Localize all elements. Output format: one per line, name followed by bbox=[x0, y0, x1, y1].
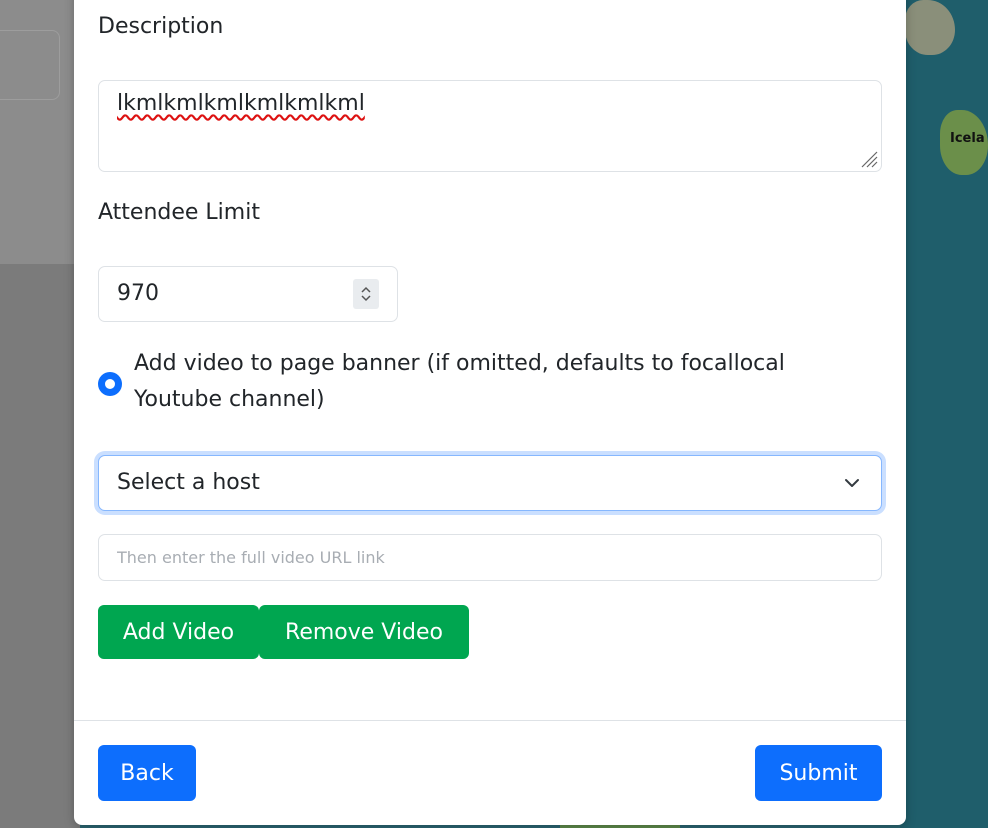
video-banner-radio[interactable] bbox=[98, 372, 122, 396]
video-url-input[interactable] bbox=[98, 534, 882, 581]
background-input bbox=[0, 30, 60, 100]
chevron-down-icon bbox=[845, 479, 859, 487]
host-select-value: Select a host bbox=[117, 470, 260, 495]
remove-video-button[interactable]: Remove Video bbox=[259, 605, 469, 659]
spinner-down-icon[interactable] bbox=[360, 294, 372, 302]
map-landmass bbox=[905, 0, 955, 55]
attendee-limit-value: 970 bbox=[117, 281, 159, 306]
attendee-limit-input[interactable]: 970 bbox=[98, 266, 398, 322]
host-select[interactable]: Select a host bbox=[98, 455, 882, 511]
map: Icela bbox=[900, 0, 988, 828]
attendee-limit-label: Attendee Limit bbox=[98, 200, 260, 225]
number-spinner[interactable] bbox=[353, 279, 379, 309]
description-text: lkmlkmlkmlkmlkmlkml bbox=[117, 91, 365, 116]
description-label: Description bbox=[98, 14, 224, 39]
submit-button[interactable]: Submit bbox=[755, 745, 882, 801]
spinner-up-icon[interactable] bbox=[360, 286, 372, 294]
description-textarea[interactable]: lkmlkmlkmlkmlkmlkml bbox=[98, 80, 882, 172]
add-video-button[interactable]: Add Video bbox=[98, 605, 259, 659]
video-banner-radio-label: Add video to page banner (if omitted, de… bbox=[134, 351, 785, 412]
resize-grip-icon[interactable] bbox=[858, 148, 878, 168]
modal-footer-divider bbox=[74, 720, 906, 721]
video-banner-option[interactable]: Add video to page banner (if omitted, de… bbox=[98, 346, 882, 426]
event-form-modal: Description lkmlkmlkmlkmlkmlkml Attendee… bbox=[74, 0, 906, 825]
map-label-iceland: Icela bbox=[950, 131, 985, 146]
back-button[interactable]: Back bbox=[98, 745, 196, 801]
